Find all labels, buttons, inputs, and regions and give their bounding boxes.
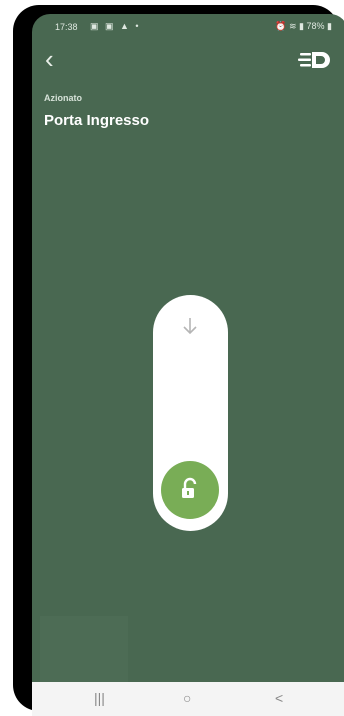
alarm-icon: ⏰ — [275, 21, 287, 31]
battery-percent: 78% — [306, 21, 325, 31]
system-back-button[interactable]: < — [275, 690, 283, 706]
unlock-slider-knob[interactable] — [161, 461, 219, 519]
recent-apps-button[interactable]: ||| — [94, 690, 105, 706]
arrow-down-icon — [183, 318, 197, 335]
unlock-slider-track[interactable] — [153, 295, 228, 531]
status-bar: 17:38 ▣ ▣ ▲ • ⏰ ≋ ▮ 78% ▮ — [32, 14, 344, 40]
app-screen: 17:38 ▣ ▣ ▲ • ⏰ ≋ ▮ 78% ▮ ‹ Azionato Por… — [32, 14, 344, 682]
device-state-label: Azionato — [44, 93, 82, 103]
notification-icons: ▣ ▣ ▲ • — [90, 21, 141, 31]
status-time: 17:38 — [55, 22, 78, 32]
brand-logo-icon — [298, 52, 330, 68]
phone-frame: 17:38 ▣ ▣ ▲ • ⏰ ≋ ▮ 78% ▮ ‹ Azionato Por… — [13, 5, 344, 716]
wifi-icon: ≋ — [288, 21, 297, 31]
bottom-panel — [40, 616, 128, 682]
battery-icon: ▮ — [327, 21, 332, 31]
device-name: Porta Ingresso — [44, 112, 150, 129]
status-right: ⏰ ≋ ▮ 78% ▮ — [275, 21, 332, 32]
signal-icon: ▮ — [299, 21, 304, 31]
back-chevron-icon[interactable]: ‹ — [45, 46, 65, 72]
unlock-icon — [182, 477, 197, 498]
home-button[interactable]: ○ — [183, 690, 191, 706]
system-navigation-bar: ||| ○ < — [32, 682, 344, 716]
